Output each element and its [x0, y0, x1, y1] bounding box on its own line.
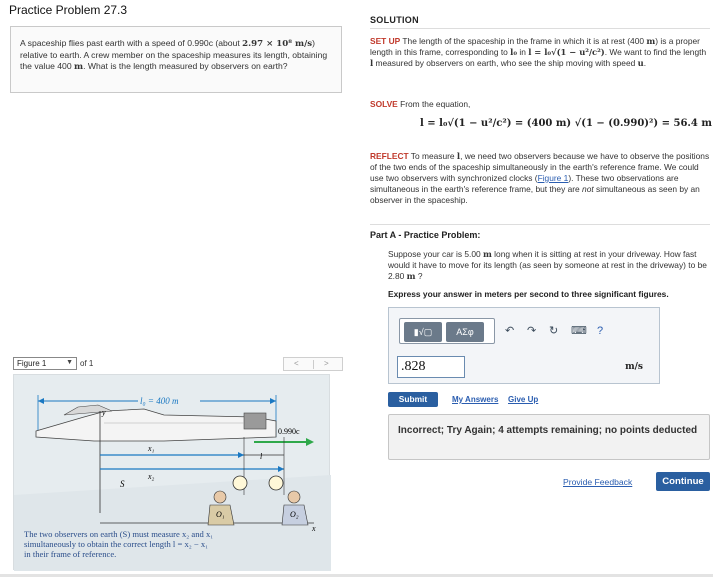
toolbar-button-group: ▮√▢ ΑΣφ	[399, 318, 495, 344]
page-title: Practice Problem 27.3	[9, 3, 128, 17]
part-a-question: Suppose your car is 5.00 m long when it …	[388, 249, 710, 282]
figure-1-link[interactable]: Figure 1	[538, 173, 569, 183]
problem-text-1: A spaceship flies past earth with a spee…	[20, 38, 243, 48]
solution-equation: l = l₀√(1 − u²/c²) = (400 m) √(1 − (0.99…	[420, 118, 712, 129]
problem-unit-m: m	[74, 62, 84, 72]
figure-count: of 1	[80, 359, 94, 368]
answer-input[interactable]: .828	[397, 356, 465, 378]
setup-text-6: .	[643, 58, 647, 68]
symbols-button[interactable]: ΑΣφ	[446, 322, 484, 342]
y-axis-label: y	[101, 408, 106, 417]
reflect-text-1: To measure	[408, 151, 457, 161]
problem-statement: A spaceship flies past earth with a spee…	[10, 26, 342, 93]
reflect-tag: REFLECT	[370, 151, 409, 161]
submit-button[interactable]: Submit	[388, 392, 438, 407]
keyboard-icon[interactable]: ⌨	[571, 321, 587, 341]
help-icon[interactable]: ?	[597, 321, 603, 341]
part-a-m1: m	[482, 249, 492, 259]
problem-speed-value: 2.97 × 10⁸ m/s	[242, 39, 313, 49]
templates-button[interactable]: ▮√▢	[404, 322, 442, 342]
frame-S-label: S	[120, 479, 125, 489]
setup-m: m	[646, 36, 656, 46]
l-label: l	[260, 452, 263, 461]
continue-button[interactable]: Continue	[656, 472, 710, 491]
bottom-divider	[0, 574, 713, 577]
caption-line-1: The two observers on earth (S) must meas…	[24, 529, 214, 539]
give-up-link[interactable]: Give Up	[508, 395, 538, 404]
reflect-paragraph: REFLECT To measure l, we need two observ…	[370, 151, 710, 206]
l0-arrow-right	[270, 398, 276, 404]
figure-selector-bar: Figure 1 ▼ of 1 < >	[13, 357, 343, 371]
provide-feedback-link[interactable]: Provide Feedback	[563, 477, 632, 487]
solve-tag: SOLVE	[370, 99, 398, 109]
chevron-down-icon: ▼	[66, 359, 73, 366]
solution-heading: SOLUTION	[370, 15, 419, 25]
x1-label: x₁	[147, 444, 155, 453]
reflect-not: not	[582, 184, 594, 194]
answer-unit: m/s	[625, 362, 643, 372]
solve-text: From the equation,	[397, 99, 471, 109]
setup-text-3: in	[517, 47, 529, 57]
x2-label: x₂	[147, 472, 155, 481]
part-a-m2: m	[406, 271, 416, 281]
figure-caption: The two observers on earth (S) must meas…	[24, 529, 324, 559]
figure-select-value: Figure 1	[17, 359, 47, 368]
math-toolbar: ▮√▢ ΑΣφ ↶ ↷ ↻ ⌨ ?	[399, 318, 609, 344]
feedback-message: Incorrect; Try Again; 4 attempts remaini…	[388, 414, 710, 460]
speed-label: 0.990c	[278, 427, 300, 436]
setup-l0: l₀	[510, 47, 517, 57]
l0-label: l₀ = 400 m	[140, 396, 179, 406]
figure-nav-divider	[313, 360, 314, 369]
problem-text-3: . What is the length measured by observe…	[83, 61, 288, 71]
figure-nav: < >	[283, 357, 343, 371]
part-a-text-1: Suppose your car is 5.00	[388, 249, 483, 259]
setup-text-4: . We want to find the length	[604, 47, 707, 57]
l0-arrow-left	[38, 398, 44, 404]
part-a-divider	[370, 224, 710, 225]
figure-image: l₀ = 400 m y 0.990c x₁ x₂ l x S O₁ O₂ Th…	[13, 374, 331, 571]
x1-arrow	[238, 452, 244, 458]
speed-arrow-head	[306, 438, 314, 446]
setup-text-1: The length of the spaceship in the frame…	[400, 36, 647, 46]
redo-icon[interactable]: ↷	[527, 321, 536, 341]
O1-label: O₁	[216, 510, 225, 519]
next-figure-button[interactable]: >	[324, 359, 329, 368]
O2-label: O₂	[290, 510, 299, 519]
solution-divider	[370, 28, 710, 29]
solve-paragraph: SOLVE From the equation,	[370, 99, 710, 110]
setup-paragraph: SET UP The length of the spaceship in th…	[370, 36, 710, 69]
prev-figure-button[interactable]: <	[294, 359, 299, 368]
answer-panel: ▮√▢ ΑΣφ ↶ ↷ ↻ ⌨ ? .828 m/s	[388, 307, 660, 384]
part-a-title: Part A - Practice Problem:	[370, 230, 481, 240]
my-answers-link[interactable]: My Answers	[452, 395, 498, 404]
setup-text-5: measured by observers on earth, who see …	[373, 58, 638, 68]
caption-line-2: simultaneously to obtain the correct len…	[24, 539, 209, 549]
spaceship	[35, 404, 277, 442]
part-a-instruction: Express your answer in meters per second…	[388, 289, 669, 299]
undo-icon[interactable]: ↶	[505, 321, 514, 341]
figure-select[interactable]: Figure 1 ▼	[13, 357, 77, 370]
x2-arrow	[278, 466, 284, 472]
setup-tag: SET UP	[370, 36, 401, 46]
part-a-text-3: ?	[415, 271, 423, 281]
caption-line-3: in their frame of reference.	[24, 549, 117, 559]
reset-icon[interactable]: ↻	[549, 321, 558, 341]
setup-formula: l = l₀√(1 − u²/c²)	[528, 47, 605, 57]
